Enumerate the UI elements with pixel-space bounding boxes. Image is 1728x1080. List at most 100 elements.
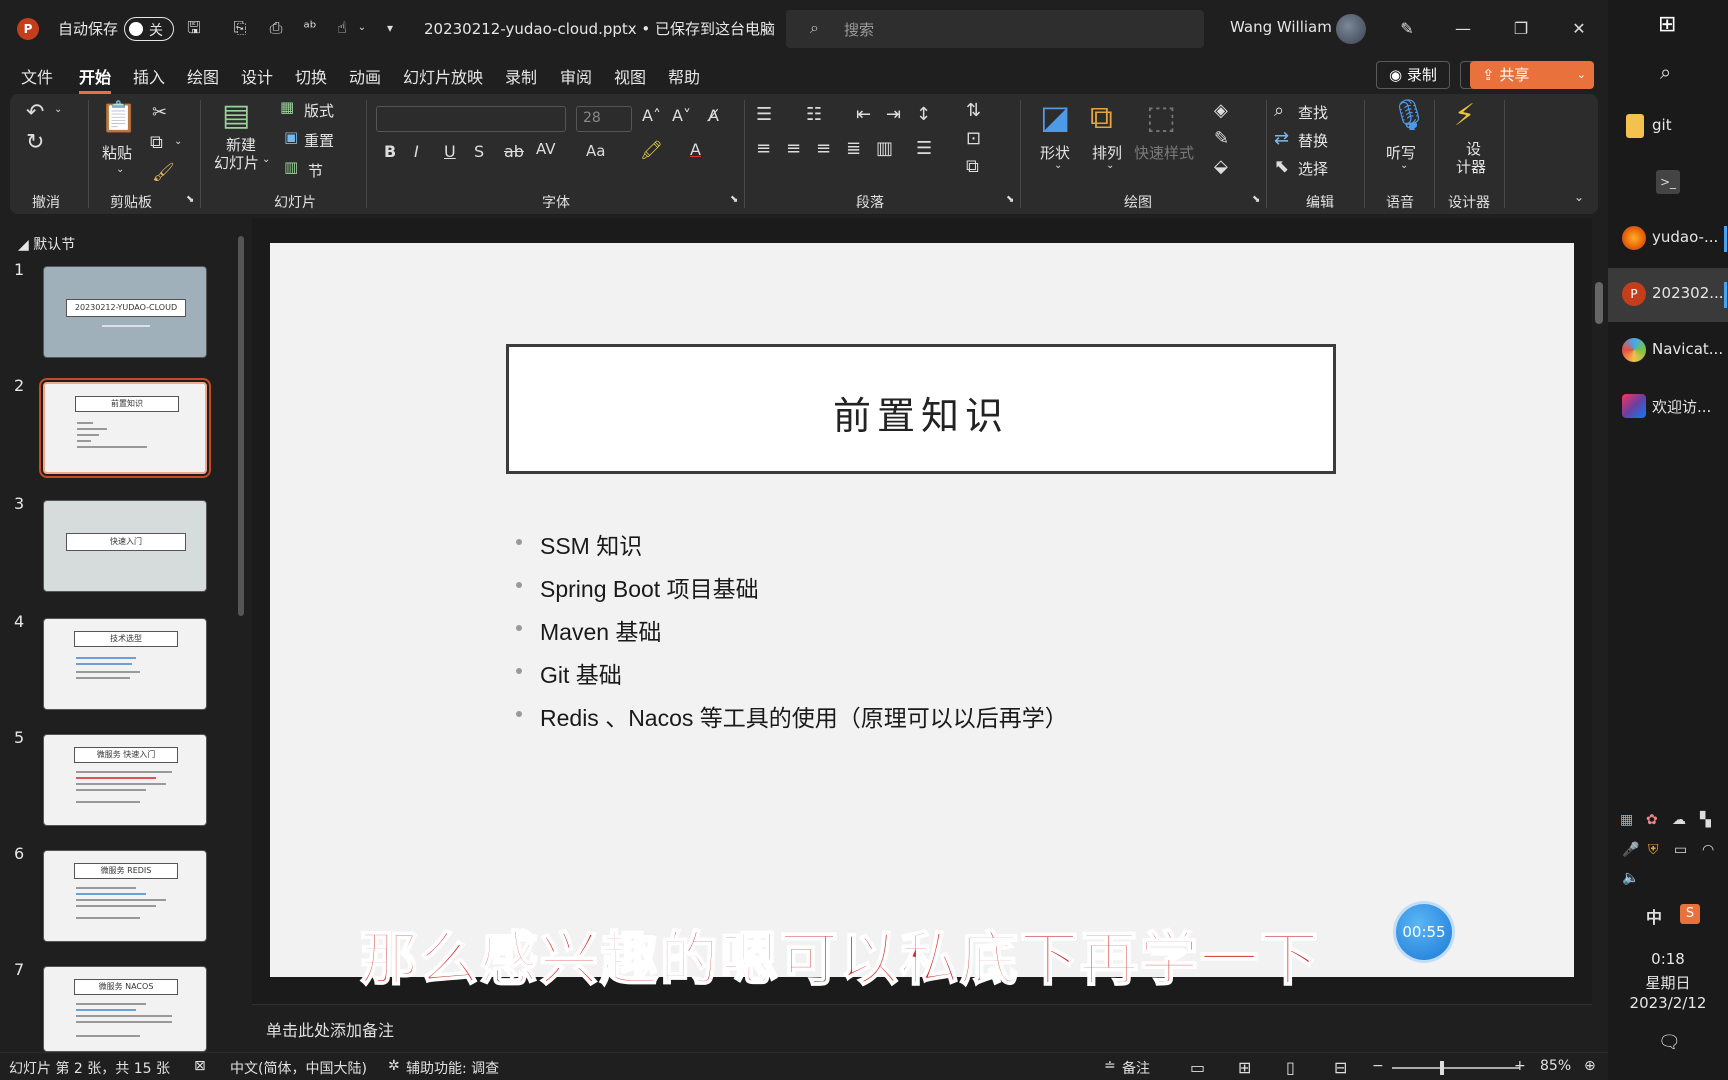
- numbering-icon[interactable]: ☷: [806, 104, 822, 125]
- security-tray-icon[interactable]: ⛨: [1648, 842, 1659, 858]
- tab-review[interactable]: 审阅: [560, 64, 592, 88]
- char-spacing-icon[interactable]: AV: [536, 140, 556, 158]
- format-painter-icon[interactable]: 🖌: [152, 162, 175, 183]
- microphone-icon[interactable]: 🎙: [1390, 98, 1428, 133]
- layout-button[interactable]: 版式: [304, 100, 334, 121]
- new-slide-label-2[interactable]: 幻灯片: [214, 152, 259, 173]
- bullet-list[interactable]: SSM 知识 Spring Boot 项目基础 Maven 基础 Git 基础 …: [516, 527, 1068, 742]
- battery-icon[interactable]: ▭: [1674, 842, 1687, 858]
- scrollbar-thumb[interactable]: [238, 236, 244, 616]
- taskbar-item-terminal[interactable]: >_: [1608, 156, 1728, 210]
- taskbar-item-powerpoint[interactable]: P 202302...: [1608, 268, 1728, 322]
- align-left-icon[interactable]: ≡: [756, 138, 771, 159]
- bullets-icon[interactable]: ☰: [756, 104, 772, 125]
- tab-home[interactable]: 开始: [79, 64, 112, 94]
- tab-design[interactable]: 设计: [241, 64, 273, 88]
- app-tray-icon[interactable]: ▦: [1620, 812, 1633, 828]
- taskbar-item-navicat[interactable]: Navicat...: [1608, 324, 1728, 378]
- collapse-ribbon-icon[interactable]: ⌄: [1574, 190, 1584, 204]
- shapes-icon[interactable]: ◪: [1040, 98, 1070, 136]
- normal-view-icon[interactable]: ▭: [1190, 1058, 1205, 1077]
- tab-draw[interactable]: 绘图: [187, 64, 219, 88]
- wifi-icon[interactable]: ◠: [1702, 842, 1714, 858]
- find-icon[interactable]: ⌕: [1274, 100, 1284, 121]
- clock-weekday[interactable]: 星期日: [1608, 972, 1728, 993]
- slide-thumbnail-6[interactable]: 微服务 REDIS: [43, 850, 207, 942]
- undo-icon[interactable]: ↶: [26, 100, 44, 125]
- slide-sorter-icon[interactable]: ⊞: [1238, 1058, 1251, 1077]
- notes-pane[interactable]: 单击此处添加备注: [252, 1004, 1592, 1052]
- text-direction-icon[interactable]: ⇅: [966, 100, 981, 121]
- tab-transitions[interactable]: 切换: [295, 64, 327, 88]
- align-center-icon[interactable]: ≡: [786, 138, 801, 159]
- bold-icon[interactable]: B: [384, 142, 396, 161]
- highlight-icon[interactable]: 🖍: [640, 140, 663, 161]
- align-text-icon[interactable]: ⊡: [966, 128, 981, 149]
- new-slide-icon[interactable]: ▤: [222, 98, 250, 133]
- font-color-icon[interactable]: A: [690, 140, 701, 159]
- underline-icon[interactable]: U: [444, 142, 456, 161]
- change-case-icon[interactable]: Aa: [586, 142, 605, 160]
- taskbar-item-firefox[interactable]: yudao-...: [1608, 212, 1728, 266]
- redo-icon[interactable]: ↻: [26, 130, 44, 155]
- shape-fill-icon[interactable]: ◈: [1214, 100, 1228, 121]
- slide-thumbnail-1[interactable]: 20230212-YUDAO-CLOUD: [43, 266, 207, 358]
- shadow-icon[interactable]: S: [474, 142, 484, 161]
- italic-icon[interactable]: I: [414, 142, 419, 161]
- slideshow-view-icon[interactable]: ⊟: [1334, 1058, 1347, 1077]
- restore-icon[interactable]: ❐: [1506, 14, 1536, 44]
- share-button[interactable]: ⇪ 共享 ⌄: [1470, 61, 1594, 89]
- notes-toggle-icon[interactable]: ≐: [1104, 1058, 1116, 1074]
- line-spacing-icon[interactable]: ↕: [916, 104, 931, 125]
- flower-tray-icon[interactable]: ✿: [1646, 812, 1658, 828]
- fit-to-window-icon[interactable]: ⊕: [1584, 1058, 1596, 1074]
- present-from-start-icon[interactable]: ⎘: [228, 16, 252, 40]
- taskbar-item-intellij[interactable]: 欢迎访...: [1608, 380, 1728, 434]
- justify-icon[interactable]: ≣: [846, 138, 861, 159]
- volume-icon[interactable]: 🔈: [1622, 870, 1639, 886]
- accessibility-icon[interactable]: ✲: [388, 1058, 400, 1074]
- copy-icon[interactable]: ⧉: [150, 132, 163, 153]
- language-status[interactable]: 中文(简体，中国大陆): [230, 1058, 367, 1078]
- paste-label[interactable]: 粘贴: [102, 142, 132, 163]
- slide-scrollbar[interactable]: [1592, 218, 1606, 1004]
- slide-title-box[interactable]: 前置知识: [506, 344, 1336, 474]
- select-button[interactable]: 选择: [1298, 158, 1328, 179]
- reset-button[interactable]: 重置: [304, 130, 334, 151]
- shape-outline-icon[interactable]: ✎: [1214, 128, 1229, 149]
- touch-mode-dropdown-icon[interactable]: ⌄: [350, 16, 374, 40]
- tab-view[interactable]: 视图: [614, 64, 646, 88]
- undo-dropdown-icon[interactable]: ⌄: [54, 104, 62, 115]
- select-icon[interactable]: ⬉: [1274, 156, 1289, 177]
- increase-indent-icon[interactable]: ⇥: [886, 104, 901, 125]
- sogou-ime-icon[interactable]: S: [1680, 904, 1700, 924]
- shape-effects-icon[interactable]: ⬙: [1214, 156, 1228, 177]
- taskbar-item-git[interactable]: git: [1608, 100, 1728, 154]
- clear-formatting-icon[interactable]: A̸: [708, 106, 719, 125]
- section-header[interactable]: ◢ 默认节: [18, 234, 75, 254]
- smartart-icon[interactable]: ⧉: [966, 156, 979, 177]
- zoom-slider-thumb[interactable]: [1440, 1061, 1444, 1075]
- strikethrough-icon[interactable]: ab: [504, 142, 524, 161]
- slide-thumbnail-4[interactable]: 技术选型: [43, 618, 207, 710]
- spelling-status-icon[interactable]: ⊠: [194, 1058, 206, 1074]
- zoom-level[interactable]: 85%: [1540, 1058, 1571, 1074]
- windows-start-icon[interactable]: ⊞: [1658, 12, 1676, 37]
- slide-thumbnail-2[interactable]: 前置知识: [39, 378, 211, 478]
- save-icon[interactable]: 🖫: [182, 16, 206, 40]
- notes-toggle[interactable]: 备注: [1122, 1058, 1150, 1078]
- ime-mode[interactable]: 中: [1646, 904, 1662, 928]
- slide-thumbnail-7[interactable]: 微服务 NACOS: [43, 966, 207, 1052]
- record-button[interactable]: ◉ 录制: [1376, 61, 1450, 89]
- zoom-out-icon[interactable]: −: [1372, 1058, 1384, 1074]
- avatar[interactable]: [1336, 14, 1366, 44]
- find-button[interactable]: 查找: [1298, 102, 1328, 123]
- close-icon[interactable]: ✕: [1564, 14, 1594, 44]
- zoom-in-icon[interactable]: +: [1514, 1058, 1526, 1074]
- designer-icon[interactable]: ⚡: [1454, 98, 1475, 133]
- shrink-font-icon[interactable]: A˅: [672, 106, 691, 125]
- section-button[interactable]: 节: [308, 160, 323, 181]
- font-size-select[interactable]: 28: [576, 106, 632, 132]
- clock-time[interactable]: 0:18: [1608, 950, 1728, 968]
- customize-toolbar-icon[interactable]: ▾: [378, 16, 402, 40]
